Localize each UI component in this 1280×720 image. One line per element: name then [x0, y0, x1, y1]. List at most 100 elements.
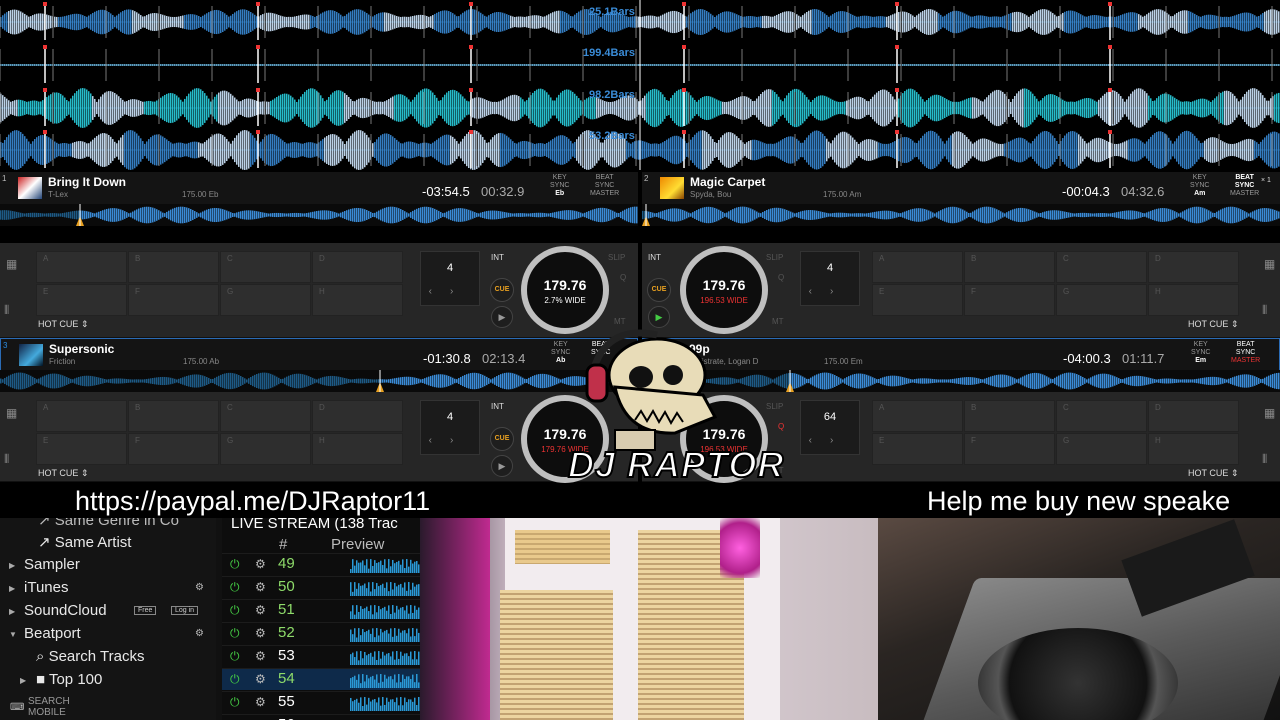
- beat-jump-arrows[interactable]: ‹›: [801, 286, 859, 297]
- eq-icon[interactable]: ⦀: [4, 303, 9, 318]
- beat-jump-arrows[interactable]: ‹›: [421, 435, 479, 446]
- pad-h[interactable]: H: [1148, 284, 1239, 316]
- track-row[interactable]: ⏻ ⚙ 54: [222, 668, 420, 690]
- track-row[interactable]: ⏻ ⚙ 51: [222, 599, 420, 621]
- load-icon[interactable]: ⏻: [230, 580, 240, 595]
- pad-a[interactable]: A: [36, 251, 127, 283]
- pad-e[interactable]: E: [872, 284, 963, 316]
- load-icon[interactable]: ⏻: [230, 603, 240, 618]
- waveform-overview[interactable]: 25.1Bars 199.4Bars 98.2Bars 53.2Bars: [0, 0, 1280, 170]
- pad-h[interactable]: H: [312, 433, 403, 465]
- pad-a[interactable]: A: [872, 251, 963, 283]
- pad-f[interactable]: F: [964, 433, 1055, 465]
- pad-d[interactable]: D: [312, 400, 403, 432]
- pad-b[interactable]: B: [964, 400, 1055, 432]
- tree-item-top100[interactable]: ■ Top 100: [36, 671, 102, 688]
- free-badge[interactable]: Free: [134, 606, 157, 615]
- expand-arrow-icon[interactable]: ▶: [9, 584, 15, 593]
- pad-a[interactable]: A: [872, 400, 963, 432]
- grid-icon[interactable]: ▦: [1264, 257, 1275, 271]
- pad-f[interactable]: F: [128, 433, 219, 465]
- tree-item-search-tracks[interactable]: ⌕ Search Tracks: [36, 648, 144, 665]
- pad-g[interactable]: G: [220, 433, 311, 465]
- search-mobile-icon[interactable]: ⌨: [10, 702, 24, 713]
- preview-wave[interactable]: [350, 626, 420, 642]
- pad-h[interactable]: H: [312, 284, 403, 316]
- settings-icon[interactable]: ⚙: [195, 628, 204, 639]
- quantize-label[interactable]: Q: [620, 273, 626, 282]
- pad-d[interactable]: D: [1148, 400, 1239, 432]
- pad-c[interactable]: C: [1056, 251, 1147, 283]
- paypal-link[interactable]: https://paypal.me/DJRaptor11: [75, 486, 430, 517]
- hotcue-mode-select[interactable]: HOT CUE ⇕: [1188, 319, 1238, 330]
- pad-g[interactable]: G: [220, 284, 311, 316]
- preview-wave[interactable]: [350, 649, 420, 665]
- load-icon[interactable]: ⏻: [230, 695, 240, 710]
- quantize-label[interactable]: Q: [778, 422, 784, 431]
- pad-c[interactable]: C: [220, 400, 311, 432]
- pad-d[interactable]: D: [1148, 251, 1239, 283]
- login-badge[interactable]: Log in: [171, 606, 199, 615]
- hotcue-mode-select[interactable]: HOT CUE ⇕: [38, 468, 88, 479]
- tree-item-beatport[interactable]: Beatport: [24, 625, 81, 642]
- beat-jump-arrows[interactable]: ‹›: [801, 435, 859, 446]
- beat-jump-box[interactable]: 4 ‹›: [420, 400, 480, 455]
- cue-button[interactable]: CUE: [490, 278, 514, 302]
- grid-icon[interactable]: ▦: [1264, 406, 1275, 420]
- deck-1-track-overview[interactable]: [0, 204, 638, 226]
- tree-item-same-artist[interactable]: ↗ Same Artist: [38, 533, 131, 551]
- pad-f[interactable]: F: [128, 284, 219, 316]
- load-icon[interactable]: ⏻: [230, 557, 240, 572]
- load-icon[interactable]: ⏻: [230, 626, 240, 641]
- deck-1-header[interactable]: 1 Bring It Down T-Lex 175.00 Eb -03:54.5…: [0, 172, 638, 206]
- beat-sync-button[interactable]: BEAT SYNC MASTER: [1231, 341, 1260, 365]
- pad-h[interactable]: H: [1148, 433, 1239, 465]
- beat-jump-box[interactable]: 4 ‹›: [420, 251, 480, 306]
- search-mobile-label[interactable]: SEARCH MOBILE: [28, 696, 70, 718]
- tree-item-itunes[interactable]: iTunes: [24, 579, 68, 596]
- grid-icon[interactable]: ▦: [6, 257, 17, 271]
- track-row[interactable]: ⏻ ⚙ 52: [222, 622, 420, 644]
- key-sync-button[interactable]: KEY SYNC Em: [1191, 341, 1210, 365]
- pad-c[interactable]: C: [1056, 400, 1147, 432]
- cue-button[interactable]: CUE: [490, 427, 514, 451]
- play-button[interactable]: ▶: [491, 455, 513, 477]
- play-button[interactable]: ▶: [491, 306, 513, 328]
- load-icon[interactable]: ⏻: [230, 672, 240, 687]
- multiplier-badge[interactable]: × 1: [1261, 177, 1271, 185]
- expand-arrow-icon[interactable]: ▶: [9, 561, 15, 570]
- jog-wheel[interactable]: 179.76 2.7% WIDE: [521, 246, 609, 334]
- key-sync-button[interactable]: KEY SYNC Am: [1190, 174, 1209, 198]
- tree-item-soundcloud[interactable]: SoundCloud: [24, 602, 107, 619]
- pad-b[interactable]: B: [128, 251, 219, 283]
- int-label[interactable]: INT: [491, 402, 504, 411]
- beat-jump-box[interactable]: 4 ‹›: [800, 251, 860, 306]
- preview-wave[interactable]: [350, 580, 420, 596]
- tree-item-sampler[interactable]: Sampler: [24, 556, 80, 573]
- pad-d[interactable]: D: [312, 251, 403, 283]
- tree-item-same-genre[interactable]: ↗ Same Genre in Co: [38, 518, 179, 529]
- int-label[interactable]: INT: [648, 253, 661, 262]
- deck-2-header[interactable]: 2 Magic Carpet Spyda, Bou 175.00 Am -00:…: [642, 172, 1280, 206]
- settings-icon[interactable]: ⚙: [195, 582, 204, 593]
- track-row[interactable]: ⏻⚙56: [222, 714, 420, 720]
- deck-3-track-overview[interactable]: [0, 370, 638, 392]
- expand-arrow-icon[interactable]: ▶: [20, 676, 26, 685]
- jog-wheel[interactable]: 179.76 196.53 WIDE: [680, 246, 768, 334]
- pad-c[interactable]: C: [220, 251, 311, 283]
- preview-wave[interactable]: [350, 557, 420, 573]
- beat-jump-box[interactable]: 64 ‹›: [800, 400, 860, 455]
- collapse-arrow-icon[interactable]: ▼: [9, 630, 17, 639]
- pad-g[interactable]: G: [1056, 433, 1147, 465]
- pad-e[interactable]: E: [36, 433, 127, 465]
- preview-wave[interactable]: [350, 672, 420, 688]
- pad-f[interactable]: F: [964, 284, 1055, 316]
- grid-icon[interactable]: ▦: [6, 406, 17, 420]
- cue-button[interactable]: CUE: [647, 278, 671, 302]
- beat-jump-arrows[interactable]: ‹›: [421, 286, 479, 297]
- track-row[interactable]: ⏻ ⚙ 50: [222, 576, 420, 598]
- pad-b[interactable]: B: [964, 251, 1055, 283]
- pad-b[interactable]: B: [128, 400, 219, 432]
- quantize-label[interactable]: Q: [778, 273, 784, 282]
- pad-g[interactable]: G: [1056, 284, 1147, 316]
